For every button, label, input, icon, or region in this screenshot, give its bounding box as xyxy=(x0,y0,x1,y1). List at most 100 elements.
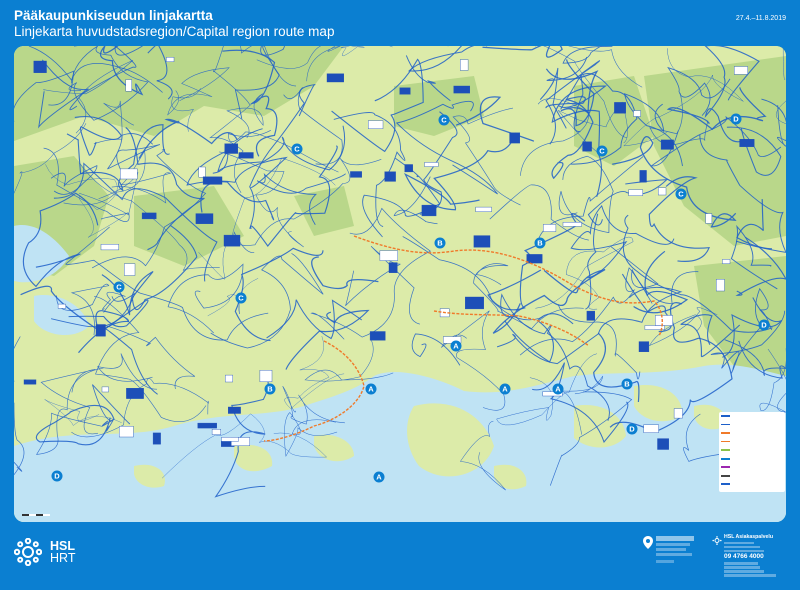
stop-label-box[interactable] xyxy=(259,370,273,383)
zone-marker-letter: D xyxy=(629,425,635,434)
stop-label-box[interactable] xyxy=(655,315,673,326)
stop-label-box[interactable] xyxy=(460,59,469,71)
stop-label-box[interactable] xyxy=(326,73,344,83)
stop-label-box[interactable] xyxy=(465,296,484,310)
stop-label-box[interactable] xyxy=(424,162,439,167)
map-legend xyxy=(719,412,785,492)
stop-label-box[interactable] xyxy=(238,152,254,159)
stop-label-box[interactable] xyxy=(421,204,437,217)
stop-label-box[interactable] xyxy=(197,422,217,429)
stop-label-box[interactable] xyxy=(95,324,106,337)
stop-label-box[interactable] xyxy=(379,250,398,261)
hsl-logo-icon xyxy=(14,538,42,566)
stop-label-box[interactable] xyxy=(658,187,667,196)
map-canvas[interactable]: A A A A A B B B B C C C C C C D D D D xyxy=(14,46,786,522)
stop-label-box[interactable] xyxy=(399,87,411,95)
customer-service-title: HSL Asiakaspalvelu xyxy=(724,534,774,540)
scale-bar xyxy=(22,512,52,518)
zone-marker-letter: C xyxy=(678,190,684,199)
legend-row xyxy=(719,455,785,464)
stop-label-box[interactable] xyxy=(404,164,413,173)
stop-label-box[interactable] xyxy=(100,244,119,251)
route-planner-info xyxy=(656,536,700,563)
stop-label-box[interactable] xyxy=(660,139,674,150)
stop-label-box[interactable] xyxy=(223,234,241,247)
stop-label-box[interactable] xyxy=(526,254,543,264)
stop-label-box[interactable] xyxy=(368,120,384,129)
stop-label-box[interactable] xyxy=(639,170,647,183)
stop-label-box[interactable] xyxy=(126,388,144,399)
legend-row xyxy=(719,463,785,472)
route-map-page: Pääkaupunkiseudun linjakartta Linjekarta… xyxy=(0,0,800,590)
stop-label-box[interactable] xyxy=(473,235,491,248)
validity-date: 27.4.–11.8.2019 xyxy=(735,15,786,22)
legend-row xyxy=(719,472,785,481)
stop-label-box[interactable] xyxy=(543,224,557,232)
stop-label-box[interactable] xyxy=(124,263,136,276)
stop-label-box[interactable] xyxy=(57,303,66,309)
stop-label-box[interactable] xyxy=(118,426,134,438)
route-map[interactable]: A A A A A B B B B C C C C C C D D D D xyxy=(14,46,786,522)
stop-label-box[interactable] xyxy=(227,406,241,414)
hsl-logo: HSL HRT xyxy=(14,538,75,566)
stop-label-box[interactable] xyxy=(475,206,492,213)
stop-label-box[interactable] xyxy=(195,213,214,224)
page-subtitle: Linjekarta huvudstadsregion/Capital regi… xyxy=(14,24,335,39)
stop-label-box[interactable] xyxy=(628,189,644,197)
zone-marker-letter: B xyxy=(437,239,443,248)
stop-label-box[interactable] xyxy=(509,132,521,144)
zone-marker-letter: B xyxy=(537,239,543,248)
zone-marker-letter: A xyxy=(368,385,374,394)
stop-label-box[interactable] xyxy=(453,85,471,94)
stop-label-box[interactable] xyxy=(101,386,109,393)
stop-label-box[interactable] xyxy=(734,66,749,75)
stop-label-box[interactable] xyxy=(125,79,132,92)
stop-label-box[interactable] xyxy=(33,60,47,73)
stop-label-box[interactable] xyxy=(582,141,592,152)
zone-marker-letter: C xyxy=(238,294,244,303)
stop-label-box[interactable] xyxy=(614,102,626,114)
stop-label-box[interactable] xyxy=(388,262,398,273)
zone-marker-letter: A xyxy=(453,342,459,351)
stop-label-box[interactable] xyxy=(202,176,223,185)
zone-marker-letter: A xyxy=(502,385,508,394)
customer-service-phone[interactable]: 09 4766 4000 xyxy=(724,553,790,560)
logo-line-2: HRT xyxy=(50,551,76,565)
legend-row xyxy=(719,480,785,489)
stop-label-box[interactable] xyxy=(673,408,683,419)
logo-text: HSL HRT xyxy=(50,540,76,565)
stop-label-box[interactable] xyxy=(633,110,641,117)
stop-label-box[interactable] xyxy=(141,212,157,220)
legend-row xyxy=(719,438,785,447)
stop-label-box[interactable] xyxy=(350,171,362,178)
stop-label-box[interactable] xyxy=(198,166,206,178)
stop-label-box[interactable] xyxy=(562,222,582,227)
zone-marker-letter: B xyxy=(624,380,630,389)
legend-row xyxy=(719,412,785,421)
stop-label-box[interactable] xyxy=(586,310,596,321)
stop-label-box[interactable] xyxy=(152,432,161,445)
zone-marker-letter: D xyxy=(733,115,739,124)
header: Pääkaupunkiseudun linjakartta Linjekarta… xyxy=(14,8,786,46)
stop-label-box[interactable] xyxy=(224,143,238,154)
stop-label-box[interactable] xyxy=(716,279,725,292)
hsl-small-logo-icon xyxy=(712,536,722,545)
zone-marker-letter: C xyxy=(599,147,605,156)
stop-label-box[interactable] xyxy=(221,437,239,442)
stop-label-box[interactable] xyxy=(211,429,222,435)
zone-marker-letter: C xyxy=(116,283,122,292)
legend-row xyxy=(719,421,785,430)
stop-label-box[interactable] xyxy=(369,331,386,341)
stop-label-box[interactable] xyxy=(23,379,37,385)
stop-label-box[interactable] xyxy=(638,341,650,353)
stop-label-box[interactable] xyxy=(384,171,396,182)
stop-label-box[interactable] xyxy=(120,168,138,180)
stop-label-box[interactable] xyxy=(643,424,659,433)
stop-label-box[interactable] xyxy=(739,139,755,147)
stop-label-box[interactable] xyxy=(722,259,731,264)
stop-label-box[interactable] xyxy=(657,438,669,450)
stop-label-box[interactable] xyxy=(705,213,713,224)
stop-label-box[interactable] xyxy=(166,57,175,62)
zone-marker-letter: C xyxy=(441,116,447,125)
stop-label-box[interactable] xyxy=(225,374,233,383)
